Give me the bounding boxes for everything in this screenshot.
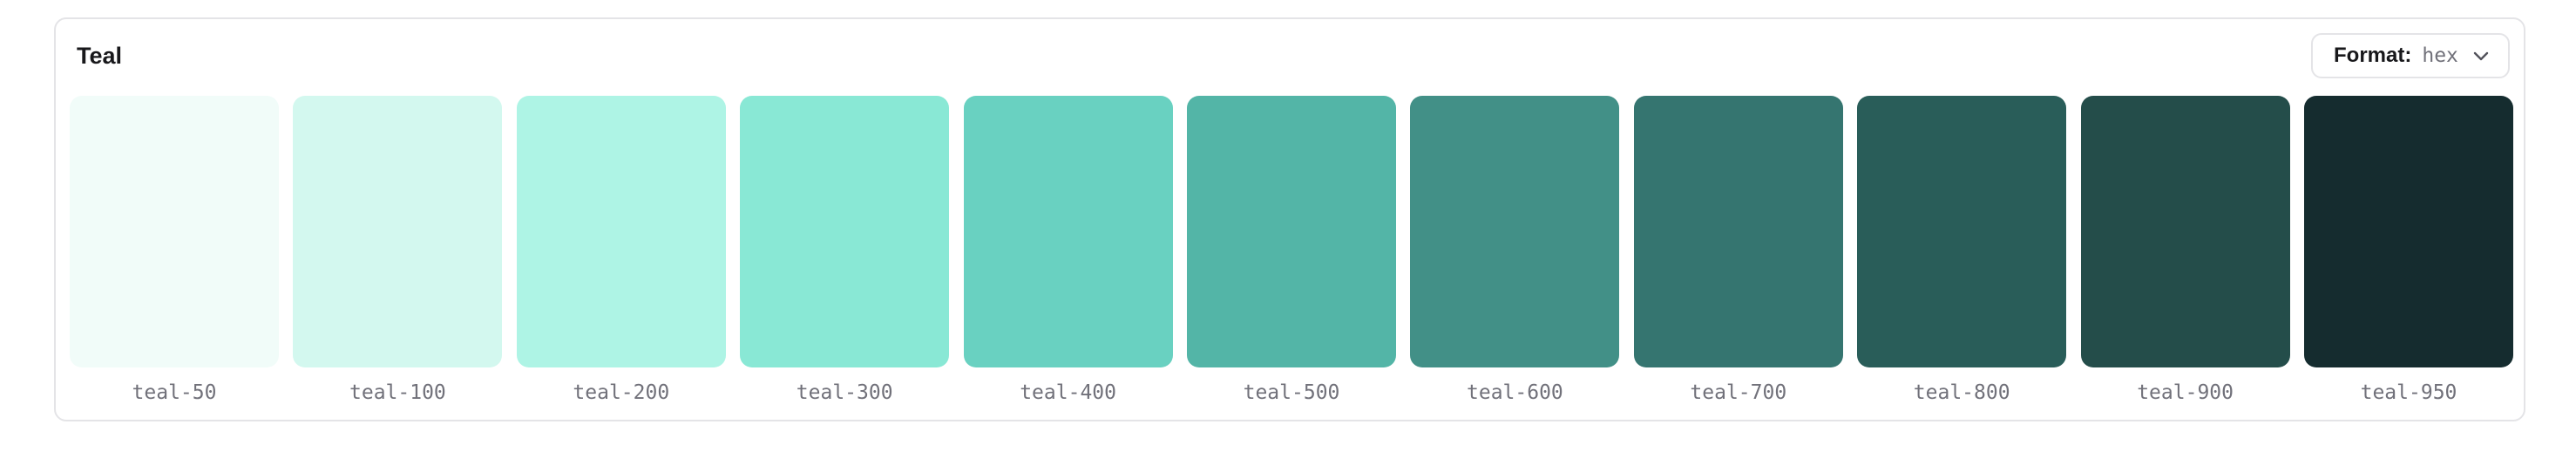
swatch-name: teal-200: [573, 381, 670, 404]
color-swatch[interactable]: [1857, 96, 2067, 367]
swatch-name: teal-400: [1020, 381, 1116, 404]
swatch-item: teal-800: [1857, 96, 2067, 409]
color-swatch[interactable]: [2080, 96, 2290, 367]
color-swatch[interactable]: [1633, 96, 1843, 367]
swatch-name: teal-100: [349, 381, 446, 404]
format-value: hex: [2422, 44, 2458, 67]
swatch-item: teal-900: [2080, 96, 2290, 409]
swatch-item: teal-500: [1187, 96, 1396, 409]
swatch-name: teal-950: [2360, 381, 2457, 404]
color-swatch[interactable]: [293, 96, 503, 367]
swatch-name: teal-900: [2137, 381, 2234, 404]
color-swatch[interactable]: [516, 96, 726, 367]
swatch-item: teal-300: [740, 96, 950, 409]
chevron-down-icon: [2471, 46, 2491, 65]
format-label: Format:: [2334, 44, 2412, 67]
swatch-name: teal-50: [132, 381, 217, 404]
color-swatch[interactable]: [70, 96, 279, 367]
swatch-item: teal-100: [293, 96, 503, 409]
format-dropdown[interactable]: Format: hex: [2311, 33, 2510, 78]
swatch-name: teal-700: [1690, 381, 1787, 404]
palette-card: Teal Format: hex teal-50 teal-100 teal-200…: [54, 17, 2525, 421]
color-swatch[interactable]: [2304, 96, 2513, 367]
swatch-name: teal-300: [796, 381, 893, 404]
color-swatch[interactable]: [1187, 96, 1396, 367]
swatch-item: teal-50: [70, 96, 279, 409]
color-swatch[interactable]: [963, 96, 1173, 367]
swatch-name: teal-600: [1467, 381, 1563, 404]
swatch-item: teal-950: [2304, 96, 2513, 409]
palette-title: Teal: [77, 43, 123, 69]
swatch-item: teal-700: [1633, 96, 1843, 409]
color-swatch[interactable]: [740, 96, 950, 367]
swatch-name: teal-800: [1913, 381, 2010, 404]
swatch-item: teal-200: [516, 96, 726, 409]
swatch-row: teal-50 teal-100 teal-200 teal-300 teal-400 t…: [70, 96, 2513, 409]
swatch-item: teal-600: [1410, 96, 1620, 409]
swatch-name: teal-500: [1243, 381, 1340, 404]
color-swatch[interactable]: [1410, 96, 1620, 367]
swatch-item: teal-400: [963, 96, 1173, 409]
